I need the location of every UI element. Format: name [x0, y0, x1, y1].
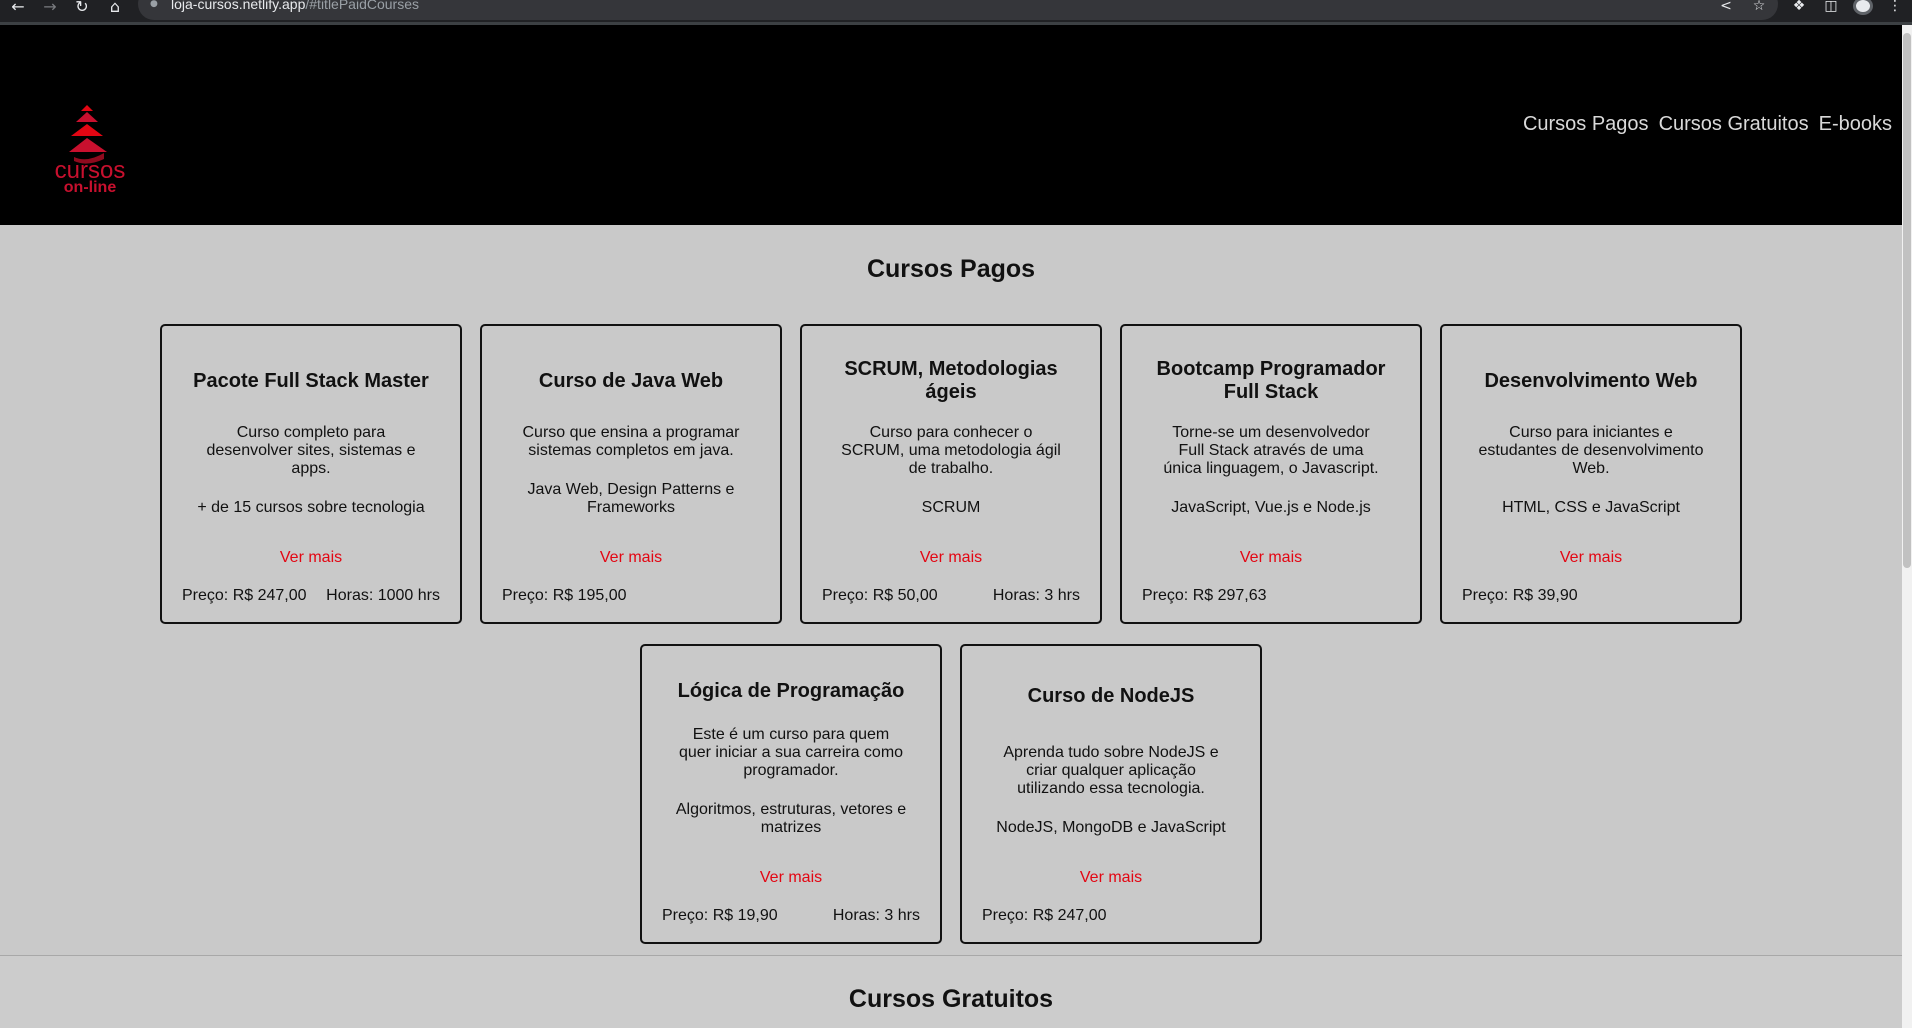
side-panel-icon[interactable]: ◫ [1820, 0, 1842, 15]
course-price: Preço: R$ 195,00 [502, 587, 627, 604]
menu-kebab-icon[interactable]: ⋮ [1884, 0, 1906, 15]
course-card: Pacote Full Stack Master Curso completo … [160, 324, 462, 624]
free-courses-title: Cursos Gratuitos [848, 985, 1054, 1013]
course-title: Bootcamp Programador Full Stack [1156, 358, 1386, 403]
course-description: Curso que ensina a programar sistemas co… [522, 424, 740, 459]
paid-courses-title: Cursos Pagos [866, 255, 1036, 283]
share-icon[interactable]: < [1715, 0, 1737, 15]
course-card: SCRUM, Metodologias ágeis Curso para con… [800, 324, 1102, 624]
course-title: SCRUM, Metodologias ágeis [844, 358, 1058, 403]
course-footer: Preço: R$ 297,63 [1142, 587, 1400, 605]
logo-text-online: on-line [63, 179, 117, 196]
course-price: Preço: R$ 247,00 [182, 587, 307, 604]
nav-link-paid-courses[interactable]: Cursos Pagos [1523, 112, 1649, 136]
course-card: Lógica de Programação Este é um curso pa… [640, 644, 942, 944]
course-topics: SCRUM [921, 499, 981, 516]
course-topics: HTML, CSS e JavaScript [1502, 499, 1680, 516]
site-logo[interactable]: cursos on-line [38, 81, 138, 196]
course-price: Preço: R$ 247,00 [982, 907, 1107, 924]
course-hours: Horas: 3 hrs [992, 587, 1080, 604]
course-description: Curso para iniciantes e estudantes de de… [1478, 424, 1704, 477]
nav-link-free-courses[interactable]: Cursos Gratuitos [1659, 112, 1809, 136]
course-footer: Preço: R$ 247,00 Horas: 1000 hrs [182, 587, 440, 605]
course-description: Este é um curso para quem quer iniciar a… [678, 726, 904, 779]
forward-arrow-icon[interactable]: → [38, 0, 62, 15]
site-header: cursos on-line Cursos Pagos Cursos Gratu… [0, 25, 1902, 225]
see-more-link[interactable]: Ver mais [162, 549, 460, 567]
course-footer: Preço: R$ 195,00 [502, 587, 760, 605]
course-price: Preço: R$ 297,63 [1142, 587, 1267, 604]
course-card: Curso de Java Web Curso que ensina a pro… [480, 324, 782, 624]
lock-icon[interactable]: ● [150, 0, 158, 9]
see-more-link[interactable]: Ver mais [642, 869, 940, 887]
course-topics: + de 15 cursos sobre tecnologia [197, 499, 425, 516]
nav-link-ebooks[interactable]: E-books [1819, 112, 1892, 136]
course-title: Curso de NodeJS [1027, 684, 1195, 707]
course-price: Preço: R$ 19,90 [662, 907, 778, 924]
url-host: loja-cursos.netlify.app [171, 0, 306, 12]
see-more-link[interactable]: Ver mais [962, 869, 1260, 887]
course-title: Curso de Java Web [538, 369, 724, 392]
bookmark-star-icon[interactable]: ☆ [1748, 0, 1770, 15]
url-hash: /#titlePaidCourses [305, 0, 419, 12]
course-price: Preço: R$ 39,90 [1462, 587, 1578, 604]
course-topics: Algoritmos, estruturas, vetores e matriz… [675, 801, 907, 836]
course-title: Desenvolvimento Web [1484, 369, 1698, 392]
see-more-link[interactable]: Ver mais [1442, 549, 1740, 567]
course-footer: Preço: R$ 39,90 [1462, 587, 1720, 605]
extensions-puzzle-icon[interactable]: ❖ [1788, 0, 1810, 15]
course-description: Curso completo para desenvolver sites, s… [206, 424, 416, 477]
see-more-link[interactable]: Ver mais [1122, 549, 1420, 567]
course-footer: Preço: R$ 19,90 Horas: 3 hrs [662, 907, 920, 925]
url-text[interactable]: loja-cursos.netlify.app/#titlePaidCourse… [171, 0, 419, 11]
browser-toolbar: ← → ↻ ⌂ ● loja-cursos.netlify.app/#title… [0, 0, 1912, 25]
back-arrow-icon[interactable]: ← [6, 0, 30, 15]
course-footer: Preço: R$ 50,00 Horas: 3 hrs [822, 587, 1080, 605]
see-more-link[interactable]: Ver mais [482, 549, 780, 567]
reload-icon[interactable]: ↻ [70, 0, 94, 15]
scrollbar-thumb[interactable] [1903, 33, 1911, 568]
course-hours: Horas: 3 hrs [832, 907, 920, 924]
course-topics: NodeJS, MongoDB e JavaScript [996, 819, 1226, 836]
course-title: Pacote Full Stack Master [193, 369, 429, 392]
course-price: Preço: R$ 50,00 [822, 587, 938, 604]
course-topics: JavaScript, Vue.js e Node.js [1171, 499, 1371, 516]
course-description: Curso para conhecer o SCRUM, uma metodol… [841, 424, 1061, 477]
course-footer: Preço: R$ 247,00 [982, 907, 1240, 925]
home-icon[interactable]: ⌂ [103, 0, 127, 15]
course-topics: Java Web, Design Patterns e Frameworks [527, 481, 735, 516]
course-card: Bootcamp Programador Full Stack Torne-se… [1120, 324, 1422, 624]
course-description: Aprenda tudo sobre NodeJS e criar qualqu… [1003, 744, 1219, 797]
course-hours: Horas: 1000 hrs [326, 587, 440, 604]
course-card: Curso de NodeJS Aprenda tudo sobre NodeJ… [960, 644, 1262, 944]
course-description: Torne-se um desenvolvedor Full Stack atr… [1163, 424, 1379, 477]
see-more-link[interactable]: Ver mais [802, 549, 1100, 567]
main-nav: Cursos Pagos Cursos Gratuitos E-books [1523, 112, 1892, 136]
course-card: Desenvolvimento Web Curso para iniciante… [1440, 324, 1742, 624]
course-title: Lógica de Programação [677, 679, 905, 702]
profile-avatar-icon[interactable] [1853, 0, 1873, 15]
page-scrollbar[interactable] [1902, 25, 1912, 1028]
